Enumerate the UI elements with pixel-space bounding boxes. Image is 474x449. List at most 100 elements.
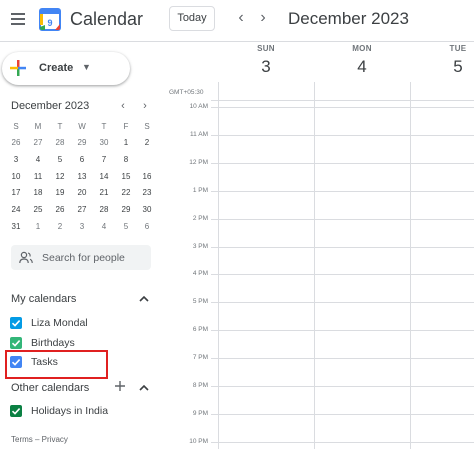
mini-calendar-day[interactable]: 13 (73, 169, 91, 184)
mini-calendar-day[interactable]: 14 (95, 169, 113, 184)
mini-calendar-day[interactable]: 28 (95, 202, 113, 217)
mini-calendar-day[interactable]: 22 (117, 185, 135, 200)
hour-label: 10 AM (189, 103, 208, 110)
mini-calendar-day[interactable]: 18 (29, 185, 47, 200)
day-column-header[interactable]: SUN 3 (236, 44, 296, 77)
add-other-calendar-icon[interactable] (114, 380, 126, 392)
mini-calendar-day[interactable]: 30 (95, 135, 113, 150)
mini-calendar-day[interactable]: 19 (51, 185, 69, 200)
mini-calendar-day[interactable]: 26 (51, 202, 69, 217)
chevron-down-icon: ▼ (82, 62, 91, 72)
hour-gridline (211, 413, 474, 415)
hour-gridline (211, 302, 474, 304)
day-number[interactable]: 5 (428, 57, 474, 77)
search-people-input[interactable]: Search for people (11, 245, 151, 270)
today-button[interactable]: Today (169, 6, 215, 31)
mini-calendar-day[interactable]: 1 (29, 219, 47, 234)
search-people-placeholder: Search for people (42, 252, 125, 264)
mini-calendar-weekday: W (78, 122, 86, 131)
mini-calendar-day[interactable]: 11 (29, 169, 47, 184)
mini-calendar-day[interactable]: 2 (51, 219, 69, 234)
chevron-up-icon[interactable] (138, 293, 150, 305)
mini-calendar-day[interactable]: 29 (73, 135, 91, 150)
hour-gridline (211, 386, 474, 387)
checkmark-icon (10, 317, 22, 329)
mini-calendar-day[interactable]: 7 (95, 152, 113, 167)
mini-calendar-weekday: F (123, 122, 129, 131)
mini-calendar-day[interactable]: 28 (51, 135, 69, 150)
hour-label: 4 PM (192, 270, 208, 278)
next-week-button[interactable]: › (255, 9, 271, 27)
create-label: Create (39, 62, 74, 74)
mini-calendar-next-button[interactable]: › (140, 100, 150, 112)
day-column-divider (410, 82, 411, 449)
mini-calendar-day[interactable]: 31 (7, 219, 25, 234)
logo-day-number: 9 (47, 18, 52, 28)
mini-calendar-day[interactable]: 10 (7, 169, 25, 184)
create-button[interactable]: Create ▼ (2, 52, 130, 85)
mini-calendar-day[interactable]: 29 (117, 202, 135, 217)
mini-calendar-today[interactable]: 9 (138, 150, 156, 168)
mini-calendar-weekday: T (57, 122, 63, 131)
mini-calendar-day[interactable]: 4 (95, 219, 113, 234)
hour-gridline (211, 330, 474, 332)
hour-gridline (211, 358, 474, 360)
hour-label: 3 PM (192, 242, 208, 250)
mini-calendar-day[interactable]: 30 (138, 202, 156, 217)
day-of-week-label: SUN (257, 44, 275, 53)
hour-label: 12 PM (189, 158, 208, 166)
mini-calendar-day[interactable]: 24 (7, 202, 25, 217)
mini-calendar-day[interactable]: 25 (29, 202, 47, 217)
mini-calendar-day[interactable]: 4 (29, 152, 47, 167)
mini-calendar-day[interactable]: 6 (138, 219, 156, 234)
mini-calendar-day[interactable]: 5 (51, 152, 69, 167)
mini-calendar-day[interactable]: 21 (95, 185, 113, 200)
day-number[interactable]: 3 (236, 57, 296, 77)
mini-calendar-day[interactable]: 3 (7, 152, 25, 167)
checkmark-icon (10, 405, 22, 417)
mini-calendar-day[interactable]: 27 (29, 135, 47, 150)
hour-label: 5 PM (192, 298, 208, 306)
mini-calendar-day[interactable]: 23 (138, 185, 156, 200)
mini-calendar-day[interactable]: 20 (73, 185, 91, 200)
hour-gridline (211, 274, 474, 276)
calendar-checkbox[interactable] (10, 317, 22, 329)
footer-links[interactable]: Terms – Privacy (11, 435, 68, 444)
mini-calendar-day[interactable]: 26 (7, 135, 25, 150)
day-column-header[interactable]: MON 4 (332, 44, 392, 77)
day-of-week-label: TUE (449, 44, 467, 53)
current-month-title: December 2023 (288, 9, 409, 28)
mini-calendar-day[interactable]: 16 (138, 169, 156, 184)
mini-calendar-day[interactable]: 5 (117, 219, 135, 234)
day-column-header[interactable]: TUE 5 (428, 44, 474, 77)
hour-gridline (211, 246, 474, 248)
hour-gridline (211, 218, 474, 220)
mini-calendar-day[interactable]: 12 (51, 169, 69, 184)
day-column-divider (218, 82, 219, 449)
mini-calendar-day[interactable]: 1 (117, 135, 135, 150)
mini-calendar-day[interactable]: 15 (117, 169, 135, 184)
people-icon (19, 251, 33, 264)
day-number[interactable]: 4 (332, 57, 392, 77)
my-calendars-title[interactable]: My calendars (11, 293, 76, 305)
mini-calendar-day[interactable]: 27 (73, 202, 91, 217)
mini-calendar-day[interactable]: 6 (73, 152, 91, 167)
calendar-checkbox[interactable] (10, 336, 22, 349)
chevron-up-icon[interactable] (138, 382, 150, 394)
hour-label: 2 PM (192, 214, 208, 222)
hour-gridline (211, 162, 474, 164)
mini-calendar-prev-button[interactable]: ‹ (118, 100, 128, 112)
other-calendars-title[interactable]: Other calendars (11, 382, 89, 394)
calendar-label: Liza Mondal (31, 317, 88, 329)
main-menu-icon[interactable] (9, 9, 29, 29)
calendar-logo-icon: 9 (39, 8, 61, 31)
mini-calendar-day[interactable]: 8 (117, 152, 135, 167)
mini-calendar-weekday: S (144, 122, 150, 131)
prev-week-button[interactable]: ‹ (233, 9, 249, 27)
calendar-label: Holidays in India (31, 405, 109, 417)
mini-calendar-day[interactable]: 3 (73, 219, 91, 234)
calendar-checkbox[interactable] (10, 405, 22, 417)
day-column-divider (314, 82, 315, 449)
mini-calendar-day[interactable]: 2 (138, 135, 156, 150)
mini-calendar-day[interactable]: 17 (7, 185, 25, 200)
